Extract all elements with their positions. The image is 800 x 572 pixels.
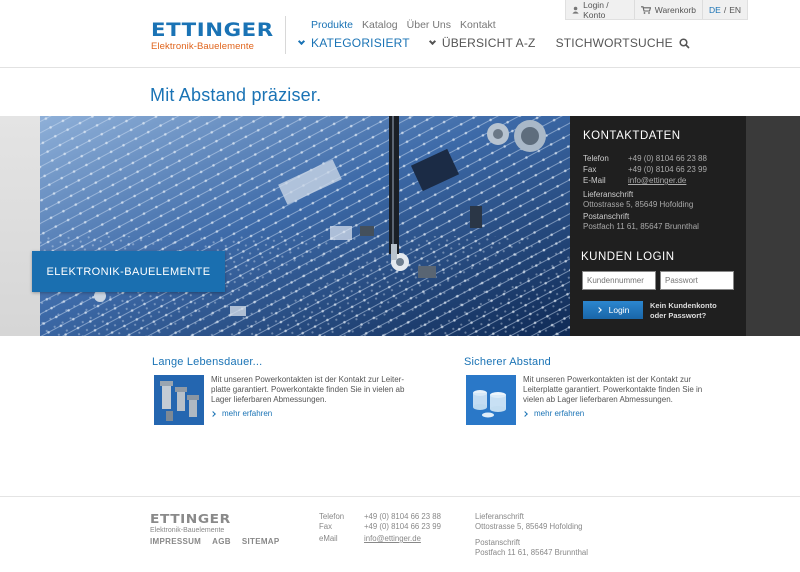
- chevron-down-icon: [297, 37, 306, 46]
- chevron-down-icon: [428, 37, 436, 46]
- page-title: Mit Abstand präziser.: [150, 85, 322, 105]
- search-icon: [679, 37, 690, 49]
- contact-postal-label: Postanschrift: [583, 212, 630, 221]
- brand-tagline: Elektronik-Bauelemente: [151, 41, 255, 52]
- footer-brand-name: ETTINGER: [150, 511, 231, 526]
- hero-category-button[interactable]: ELEKTRONIK-BAUELEMENTE: [32, 251, 225, 292]
- login-heading: KUNDEN LOGIN: [581, 251, 675, 263]
- contact-postal-block: Postanschrift Postfach 11 61, 85647 Brun…: [583, 212, 699, 232]
- cart-icon: [640, 5, 651, 14]
- contact-fax-row: Fax +49 (0) 8104 66 23 99: [583, 165, 707, 174]
- menu-stichwortsuche[interactable]: STICHWORTSUCHE: [556, 36, 690, 50]
- nav-produkte[interactable]: Produkte: [311, 19, 353, 31]
- nav-kontakt[interactable]: Kontakt: [460, 19, 496, 31]
- contact-delivery-label: Lieferanschrift: [583, 190, 634, 199]
- contact-email-link[interactable]: info@ettinger.de: [628, 176, 686, 185]
- footer-email-label: eMail: [319, 534, 338, 543]
- chevron-right-icon: [522, 410, 528, 417]
- chevron-right-icon: [595, 307, 602, 313]
- nav-katalog[interactable]: Katalog: [362, 19, 398, 31]
- chevron-right-icon: [210, 410, 216, 417]
- footer-logo[interactable]: ETTINGER Elektronik-Bauelemente: [150, 511, 230, 534]
- hero-category-label: ELEKTRONIK-BAUELEMENTE: [46, 265, 211, 278]
- footer-link-sitemap[interactable]: SITEMAP: [242, 537, 280, 546]
- site-footer: ETTINGER Elektronik-Bauelemente IMPRESSU…: [0, 496, 800, 572]
- language-switch: DE / EN: [703, 0, 747, 19]
- lang-de-link[interactable]: DE: [709, 5, 721, 15]
- nav-ueber-uns[interactable]: Über Uns: [407, 19, 451, 31]
- feature-description: Mit unseren Powerkontakten ist der Konta…: [523, 375, 703, 404]
- contact-phone-value: +49 (0) 8104 66 23 88: [628, 154, 707, 163]
- footer-delivery-label: Lieferanschrift: [475, 512, 524, 521]
- feature-title: Sicherer Abstand: [464, 356, 551, 368]
- login-button-label: Login: [608, 305, 630, 315]
- site-header: ETTINGER Elektronik-Bauelemente Produkte…: [0, 0, 800, 68]
- contact-fax-label: Fax: [583, 165, 597, 174]
- login-account-label: Login / Konto: [583, 0, 609, 20]
- lang-separator: /: [723, 4, 727, 15]
- cart-link[interactable]: Warenkorb: [635, 0, 703, 19]
- contact-delivery-block: Lieferanschrift Ottostrasse 5, 85649 Hof…: [583, 190, 693, 210]
- contact-email-row: E-Mail info@ettinger.de: [583, 176, 686, 185]
- main-navigation: KATEGORISIERT ÜBERSICHT A-Z STICHWORTSUC…: [297, 36, 690, 50]
- login-help-line1: Kein Kundenkonto: [650, 301, 717, 310]
- plastic-spacers-image[interactable]: [466, 375, 516, 425]
- user-icon: [572, 6, 579, 14]
- footer-fax-value: +49 (0) 8104 66 23 99: [364, 522, 441, 531]
- brand-logo[interactable]: ETTINGER Elektronik-Bauelemente: [151, 20, 273, 52]
- footer-postal-value: Postfach 11 61, 85647 Brunnthal: [475, 548, 588, 557]
- contact-postal-value: Postfach 11 61, 85647 Brunnthal: [583, 222, 699, 231]
- customer-number-input[interactable]: [582, 271, 656, 290]
- menu-kategorisiert-label: KATEGORISIERT: [311, 36, 410, 50]
- menu-uebersicht[interactable]: ÜBERSICHT A-Z: [428, 36, 536, 50]
- feature-lebensdauer: Lange Lebensdauer... Mit unseren Powerko…: [152, 356, 412, 436]
- feature-more-link[interactable]: mehr erfahren: [210, 409, 273, 418]
- hero-side-band: [746, 116, 800, 336]
- footer-phone-label: Telefon: [319, 512, 345, 521]
- login-account-link[interactable]: Login / Konto: [566, 0, 635, 20]
- footer-link-impressum[interactable]: IMPRESSUM: [150, 537, 201, 546]
- footer-links: IMPRESSUM AGB SITEMAP: [150, 537, 280, 546]
- footer-delivery-value: Ottostrasse 5, 85649 Hofolding: [475, 522, 583, 531]
- utility-bar: Login / Konto Warenkorb DE / EN: [565, 0, 748, 20]
- contact-delivery-value: Ottostrasse 5, 85649 Hofolding: [583, 200, 694, 209]
- hero-circuit-board-image: [40, 116, 570, 336]
- password-input[interactable]: [660, 271, 734, 290]
- contact-email-label: E-Mail: [583, 176, 606, 185]
- menu-uebersicht-label: ÜBERSICHT A-Z: [441, 36, 536, 50]
- feature-more-link[interactable]: mehr erfahren: [522, 409, 585, 418]
- footer-email-row: eMail info@ettinger.de: [319, 534, 441, 544]
- feature-more-label: mehr erfahren: [222, 409, 273, 418]
- cart-label: Warenkorb: [654, 4, 696, 15]
- feature-title: Lange Lebensdauer...: [152, 356, 263, 368]
- top-navigation: Produkte Katalog Über Uns Kontakt: [311, 19, 496, 31]
- contact-phone-label: Telefon: [583, 154, 609, 163]
- lang-en-link[interactable]: EN: [729, 5, 741, 15]
- login-help-line2: oder Passwort?: [650, 311, 707, 320]
- footer-brand-tagline: Elektronik-Bauelemente: [150, 527, 225, 534]
- footer-fax-row: Fax +49 (0) 8104 66 23 99: [319, 522, 441, 532]
- brand-name: ETTINGER: [151, 19, 274, 41]
- login-button[interactable]: Login: [583, 301, 643, 319]
- footer-fax-label: Fax: [319, 522, 332, 531]
- footer-email-link[interactable]: info@ettinger.de: [364, 534, 421, 544]
- footer-addresses: Lieferanschrift Ottostrasse 5, 85649 Hof…: [475, 512, 588, 558]
- login-help-link[interactable]: Kein Kundenkonto oder Passwort?: [650, 301, 730, 321]
- footer-postal-label: Postanschrift: [475, 538, 521, 547]
- menu-stichwortsuche-label: STICHWORTSUCHE: [555, 36, 673, 50]
- feature-more-label: mehr erfahren: [534, 409, 585, 418]
- contact-login-panel: KONTAKTDATEN Telefon +49 (0) 8104 66 23 …: [570, 116, 746, 336]
- contact-heading: KONTAKTDATEN: [583, 130, 681, 142]
- footer-phone-value: +49 (0) 8104 66 23 88: [364, 512, 441, 521]
- menu-kategorisiert[interactable]: KATEGORISIERT: [297, 36, 410, 50]
- feature-description: Mit unseren Powerkontakten ist der Konta…: [211, 375, 405, 404]
- feature-abstand: Sicherer Abstand Mit unseren Powerkontak…: [464, 356, 724, 436]
- header-divider: [285, 16, 286, 54]
- footer-contact: Telefon +49 (0) 8104 66 23 88 Fax +49 (0…: [319, 512, 441, 544]
- standoff-bolts-image[interactable]: [154, 375, 204, 425]
- contact-phone-row: Telefon +49 (0) 8104 66 23 88: [583, 154, 707, 163]
- footer-link-agb[interactable]: AGB: [212, 537, 231, 546]
- contact-fax-value: +49 (0) 8104 66 23 99: [628, 165, 707, 174]
- footer-phone-row: Telefon +49 (0) 8104 66 23 88: [319, 512, 441, 522]
